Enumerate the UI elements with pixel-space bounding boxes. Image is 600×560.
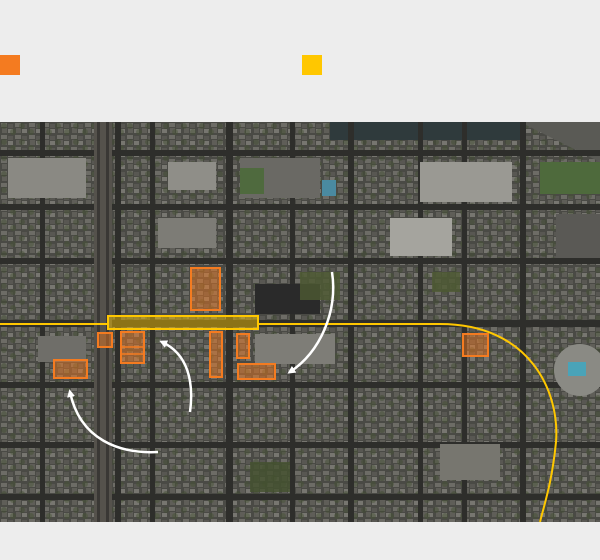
parcel-8 bbox=[462, 333, 489, 357]
waterfront bbox=[330, 122, 520, 140]
aerial-map-canvas bbox=[0, 122, 600, 522]
parcel-6 bbox=[237, 363, 276, 380]
parcel-5 bbox=[236, 333, 250, 359]
legend-swatch-yellow bbox=[302, 55, 322, 75]
highlighted-corridor bbox=[107, 315, 259, 330]
parcel-4 bbox=[209, 331, 223, 378]
parcel-1 bbox=[190, 267, 221, 311]
plaza-pool bbox=[568, 362, 586, 376]
parcel-7 bbox=[53, 359, 88, 379]
parcel-2 bbox=[97, 332, 113, 348]
aerial-map[interactable] bbox=[0, 122, 600, 522]
legend-swatch-orange bbox=[0, 55, 20, 75]
